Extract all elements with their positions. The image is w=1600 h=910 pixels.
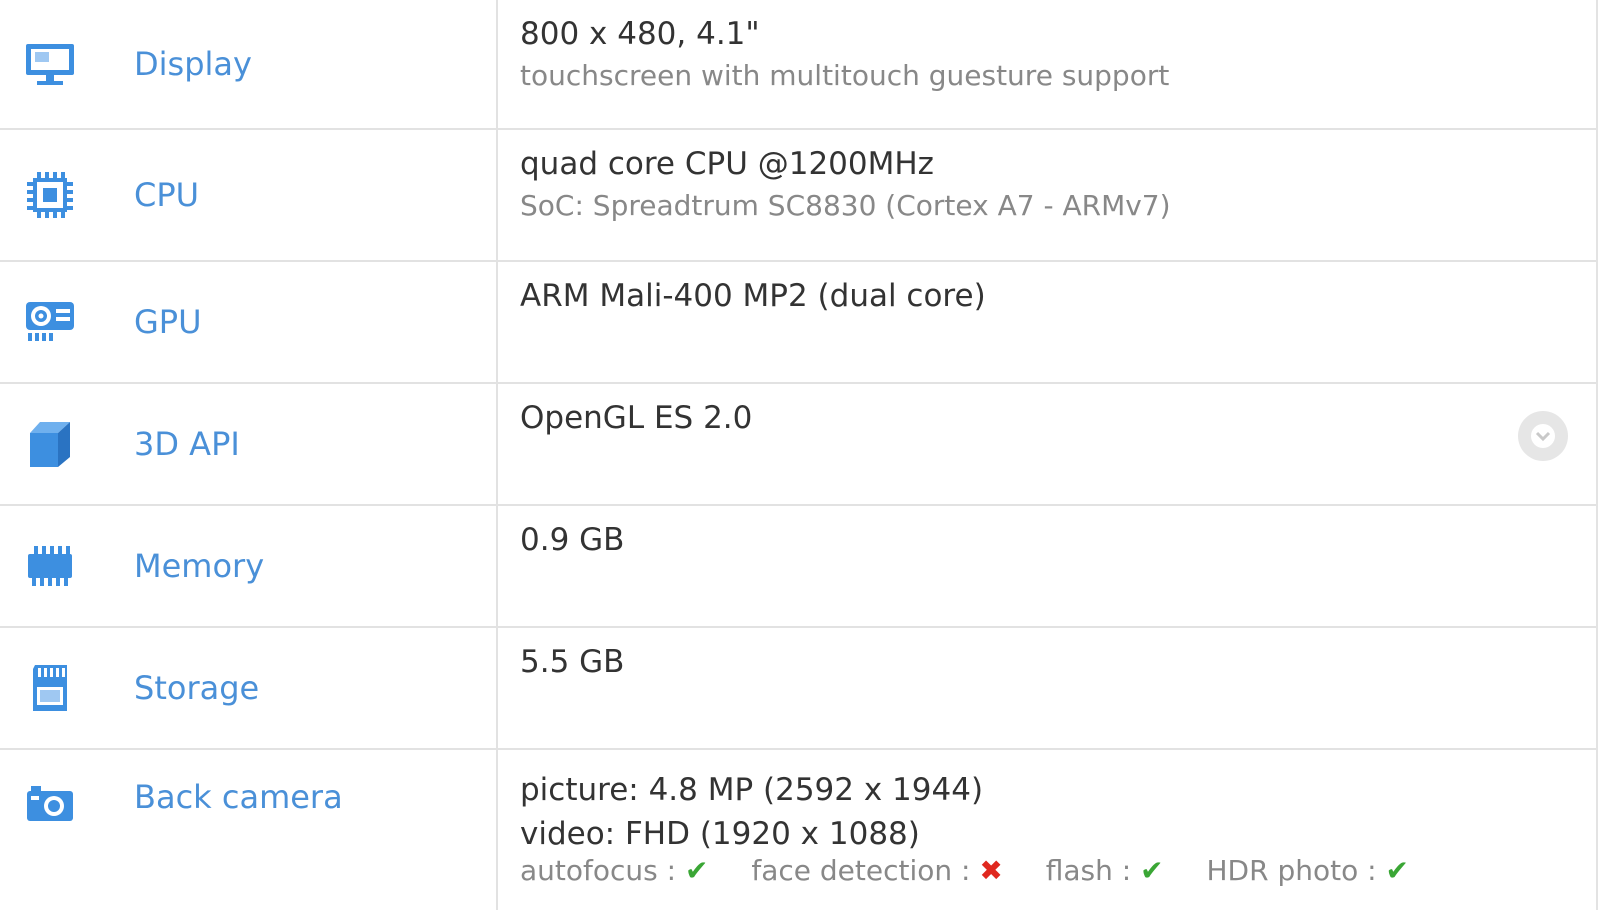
spec-value: OpenGL ES 2.0 xyxy=(520,400,753,436)
spec-row-memory: Memory 0.9 GB xyxy=(0,506,1596,628)
spec-label: GPU xyxy=(134,303,202,341)
feature-label: autofocus : xyxy=(520,854,677,887)
spec-value: quad core CPU @1200MHz xyxy=(520,146,934,182)
spec-value: 0.9 GB xyxy=(520,522,625,558)
value-cell: quad core CPU @1200MHz SoC: Spreadtrum S… xyxy=(498,130,1596,260)
feature-face-detection: face detection : ✖ xyxy=(751,854,1011,887)
chevron-down-icon xyxy=(1531,424,1555,448)
spec-label: Back camera xyxy=(134,778,343,816)
graphics-card-icon xyxy=(24,296,76,348)
spec-label: CPU xyxy=(134,176,200,214)
spec-row-cpu: CPU quad core CPU @1200MHz SoC: Spreadtr… xyxy=(0,130,1596,262)
check-icon: ✔ xyxy=(1140,854,1164,887)
camera-icon xyxy=(24,778,76,830)
monitor-icon xyxy=(24,38,76,90)
label-cell: CPU xyxy=(0,130,498,260)
chip-icon xyxy=(24,169,76,221)
label-cell: GPU xyxy=(0,262,498,382)
sd-card-icon xyxy=(24,662,76,714)
label-cell: Memory xyxy=(0,506,498,626)
label-cell: Storage xyxy=(0,628,498,748)
spec-value: 800 x 480, 4.1" xyxy=(520,16,760,52)
label-cell: Display xyxy=(0,0,498,128)
expand-button[interactable] xyxy=(1518,411,1568,461)
spec-detail: touchscreen with multitouch guesture sup… xyxy=(520,59,1170,92)
check-icon: ✔ xyxy=(684,854,709,887)
spec-value: ARM Mali-400 MP2 (dual core) xyxy=(520,278,986,314)
spec-row-back-camera: Back camera picture: 4.8 MP (2592 x 1944… xyxy=(0,750,1596,910)
ram-icon xyxy=(24,540,76,592)
feature-flash: flash : ✔ xyxy=(1046,854,1173,887)
feature-label: face detection : xyxy=(751,854,971,887)
spec-value-video: video: FHD (1920 x 1088) xyxy=(520,816,920,852)
label-cell: 3D API xyxy=(0,384,498,504)
spec-label: Display xyxy=(134,45,252,83)
value-cell: 0.9 GB xyxy=(498,506,1596,626)
value-cell: picture: 4.8 MP (2592 x 1944) video: FHD… xyxy=(498,750,1596,910)
label-cell: Back camera xyxy=(0,750,498,910)
spec-row-3d-api: 3D API OpenGL ES 2.0 xyxy=(0,384,1596,506)
feature-autofocus: autofocus : ✔ xyxy=(520,854,717,887)
value-cell: 800 x 480, 4.1" touchscreen with multito… xyxy=(498,0,1596,128)
feature-label: flash : xyxy=(1045,854,1132,887)
spec-row-storage: Storage 5.5 GB xyxy=(0,628,1596,750)
spec-label: Memory xyxy=(134,547,265,585)
cross-icon: ✖ xyxy=(979,854,1003,887)
specs-table: Display 800 x 480, 4.1" touchscreen with… xyxy=(0,0,1598,910)
spec-detail: SoC: Spreadtrum SC8830 (Cortex A7 - ARMv… xyxy=(520,189,1171,222)
value-cell: ARM Mali-400 MP2 (dual core) xyxy=(498,262,1596,382)
check-icon: ✔ xyxy=(1385,854,1409,887)
feature-label: HDR photo : xyxy=(1206,854,1377,887)
spec-row-gpu: GPU ARM Mali-400 MP2 (dual core) xyxy=(0,262,1596,384)
value-cell: 5.5 GB xyxy=(498,628,1596,748)
camera-features: autofocus : ✔ face detection : ✖ flash :… xyxy=(520,854,1596,888)
spec-row-display: Display 800 x 480, 4.1" touchscreen with… xyxy=(0,0,1596,130)
spec-value: picture: 4.8 MP (2592 x 1944) xyxy=(520,772,984,808)
value-cell: OpenGL ES 2.0 xyxy=(498,384,1596,504)
cube-icon xyxy=(24,418,76,470)
spec-label: Storage xyxy=(134,669,260,707)
feature-hdr-photo: HDR photo : ✔ xyxy=(1207,854,1409,887)
spec-value: 5.5 GB xyxy=(520,644,625,680)
spec-label: 3D API xyxy=(134,425,240,463)
